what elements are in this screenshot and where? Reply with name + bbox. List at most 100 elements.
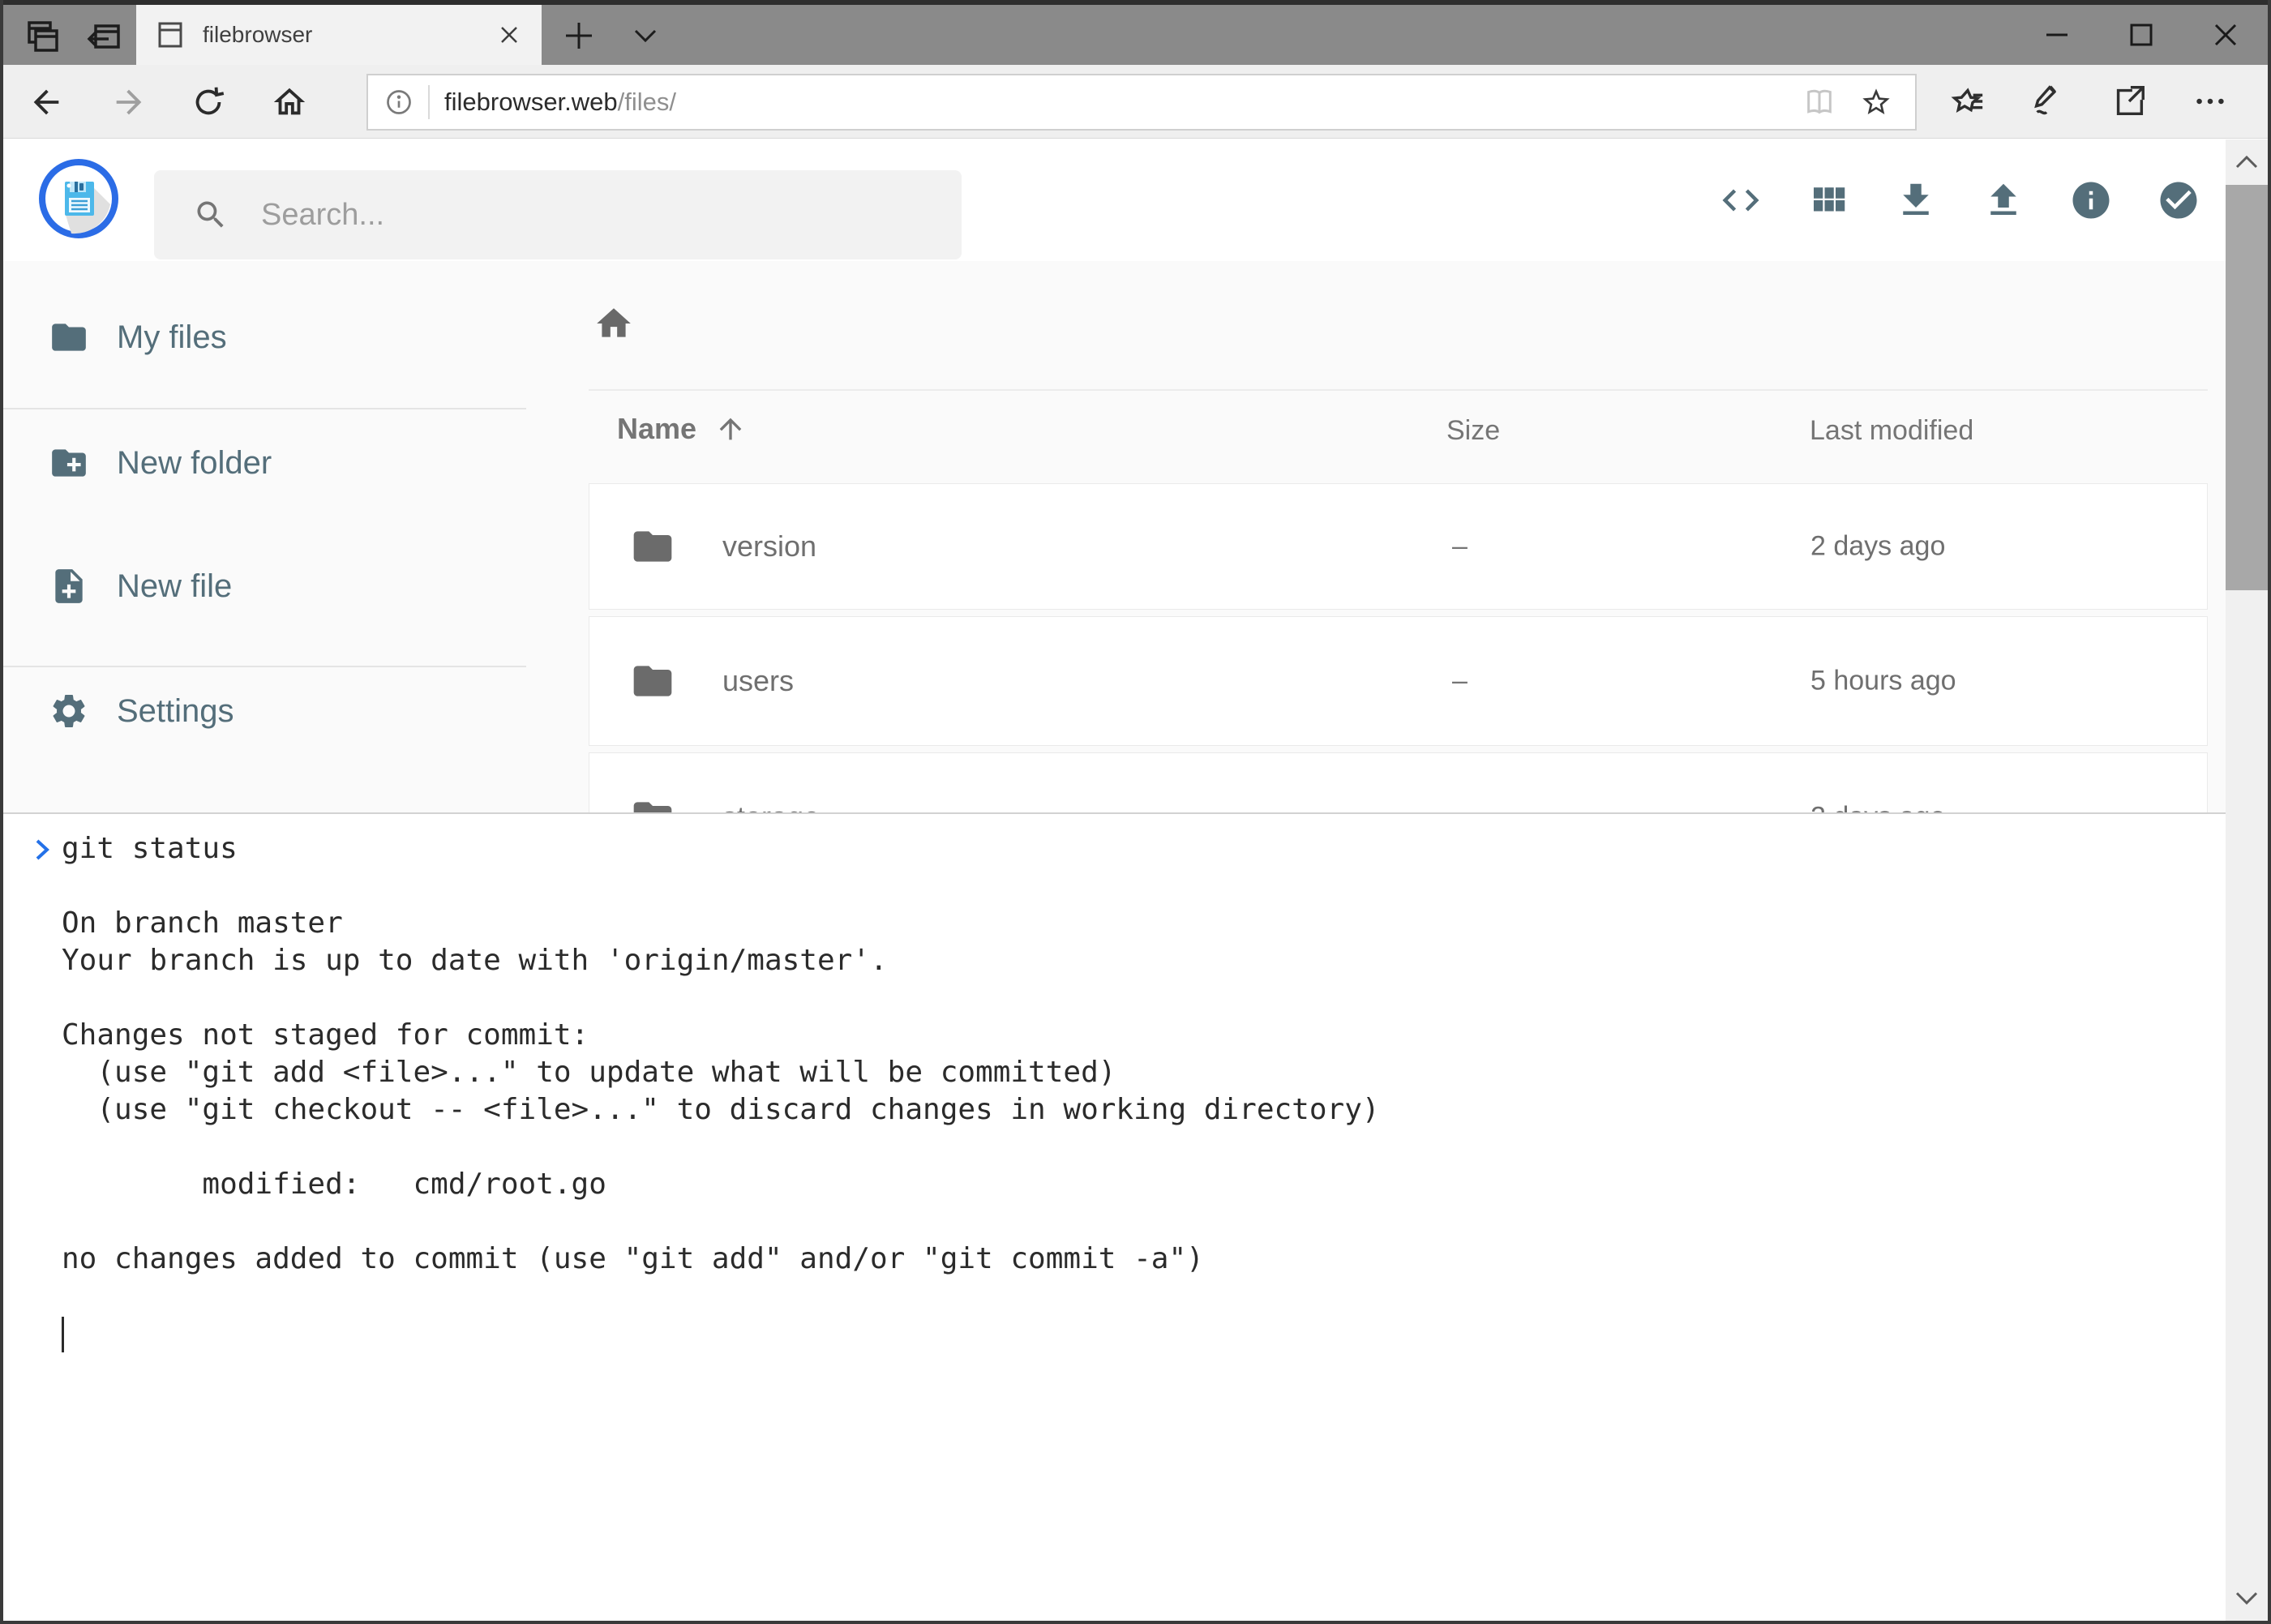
chevron-up-icon [2233,153,2260,171]
refresh-button[interactable] [190,84,227,121]
upload-icon[interactable] [1982,178,2025,222]
sort-ascending-icon [714,413,747,445]
select-check-circle-icon[interactable] [2157,178,2200,222]
address-bar[interactable]: filebrowser.web/files/ [366,74,1917,131]
minimize-button[interactable] [2015,5,2099,65]
sidebar-divider [3,408,526,409]
terminal-prompt-icon [32,837,52,863]
app-header-actions [1719,139,2200,261]
navigation-bar: filebrowser.web/files/ [3,65,2268,139]
new-tab-plus-icon [561,18,597,54]
back-button[interactable] [28,84,65,121]
sidebar-item-label: New file [117,568,232,605]
folder-icon [49,317,89,358]
sidebar-divider [3,666,526,667]
app-header [3,139,2268,261]
sidebar-item-my-files[interactable]: My files [49,317,227,358]
folder-icon [630,658,675,704]
terminal-command-line: git status [3,830,2226,868]
browser-tab[interactable]: filebrowser [136,5,542,65]
home-button[interactable] [271,84,308,121]
column-header-size[interactable]: Size [1446,415,1500,447]
filebrowser-logo[interactable] [39,159,118,238]
file-modified: 2 days ago [1810,531,1945,563]
sidebar-item-label: New folder [117,445,272,482]
floppy-disk-icon [39,159,118,238]
favorites-hub-icon[interactable] [1948,83,1986,120]
chevron-down-icon [2233,1589,2260,1607]
url-host: filebrowser.web [444,88,618,116]
set-tabs-aside-icon [84,18,123,57]
close-icon [2213,23,2238,47]
url-text: filebrowser.web/files/ [444,88,676,117]
settings-gear-icon [49,691,89,731]
titlebar: filebrowser [3,0,2268,65]
info-circle-icon[interactable] [2069,178,2113,222]
reading-view-icon[interactable] [1803,88,1836,116]
folder-icon [630,524,675,569]
sidebar-item-new-file[interactable]: New file [49,566,232,606]
terminal-cursor [62,1317,64,1352]
file-name: version [722,529,816,563]
chevron-down-icon [629,24,662,47]
window-controls [2015,5,2268,65]
sidebar-item-new-folder[interactable]: New folder [49,443,272,483]
tab-favicon-document-icon [157,20,183,49]
new-tab-button[interactable] [561,18,597,54]
ink-annotate-icon[interactable] [2029,83,2067,120]
new-folder-icon [49,443,89,483]
terminal-panel[interactable]: git status On branch master Your branch … [3,812,2226,1621]
forward-button[interactable] [110,84,148,121]
terminal-command: git status [62,832,238,865]
scrollbar-down-button[interactable] [2226,1575,2268,1621]
new-file-icon [49,566,89,606]
maximize-icon [2129,23,2153,47]
browser-scrollbar[interactable] [2226,139,2268,1621]
back-arrow-icon [28,84,65,121]
column-header-modified[interactable]: Last modified [1810,415,1973,447]
minimize-icon [2045,23,2069,47]
address-divider [428,85,430,119]
terminal-output: On branch master Your branch is up to da… [3,868,2226,1278]
more-options-icon[interactable] [2192,83,2229,120]
file-modified: 5 hours ago [1810,666,1956,697]
code-raw-view-icon[interactable] [1719,178,1763,222]
tab-title: filebrowser [203,22,312,48]
file-row-users[interactable]: users – 5 hours ago [589,616,2208,746]
file-row-version[interactable]: version – 2 days ago [589,483,2208,610]
sidebar-item-label: My files [117,319,227,356]
file-size: – [1452,531,1468,563]
close-window-button[interactable] [2183,5,2268,65]
share-icon[interactable] [2110,83,2148,120]
forward-arrow-icon [110,84,148,121]
download-icon[interactable] [1894,178,1938,222]
sidebar-item-label: Settings [117,693,234,730]
tab-list-button[interactable] [629,24,662,47]
add-favorite-star-icon[interactable] [1860,86,1892,118]
breadcrumb-home-icon[interactable] [593,303,634,344]
file-name: users [722,664,794,698]
column-header-name[interactable]: Name [617,412,747,446]
grid-view-icon[interactable] [1806,178,1850,222]
file-size: – [1452,666,1468,697]
tab-preview-icon [23,18,62,57]
set-tabs-aside-button[interactable] [83,16,125,58]
browser-window: filebrowser [0,0,2271,1624]
browser-toolbar [1948,65,2229,138]
home-icon [271,84,308,121]
scrollbar-thumb[interactable] [2226,185,2268,590]
site-info-icon[interactable] [384,88,413,117]
filebrowser-app: My files New folder New file [3,139,2268,816]
url-path: /files/ [618,88,676,116]
search-input[interactable] [261,198,910,233]
refresh-icon [190,84,227,121]
tab-close-icon[interactable] [498,24,521,46]
scrollbar-up-button[interactable] [2226,139,2268,185]
file-row-storage[interactable]: storage – 2 days ago [589,752,2208,816]
listing-divider [589,389,2208,391]
sidebar-item-settings[interactable]: Settings [49,691,234,731]
search-icon [193,197,229,233]
tab-preview-button[interactable] [21,16,63,58]
maximize-button[interactable] [2099,5,2183,65]
search-bar[interactable] [154,170,962,259]
